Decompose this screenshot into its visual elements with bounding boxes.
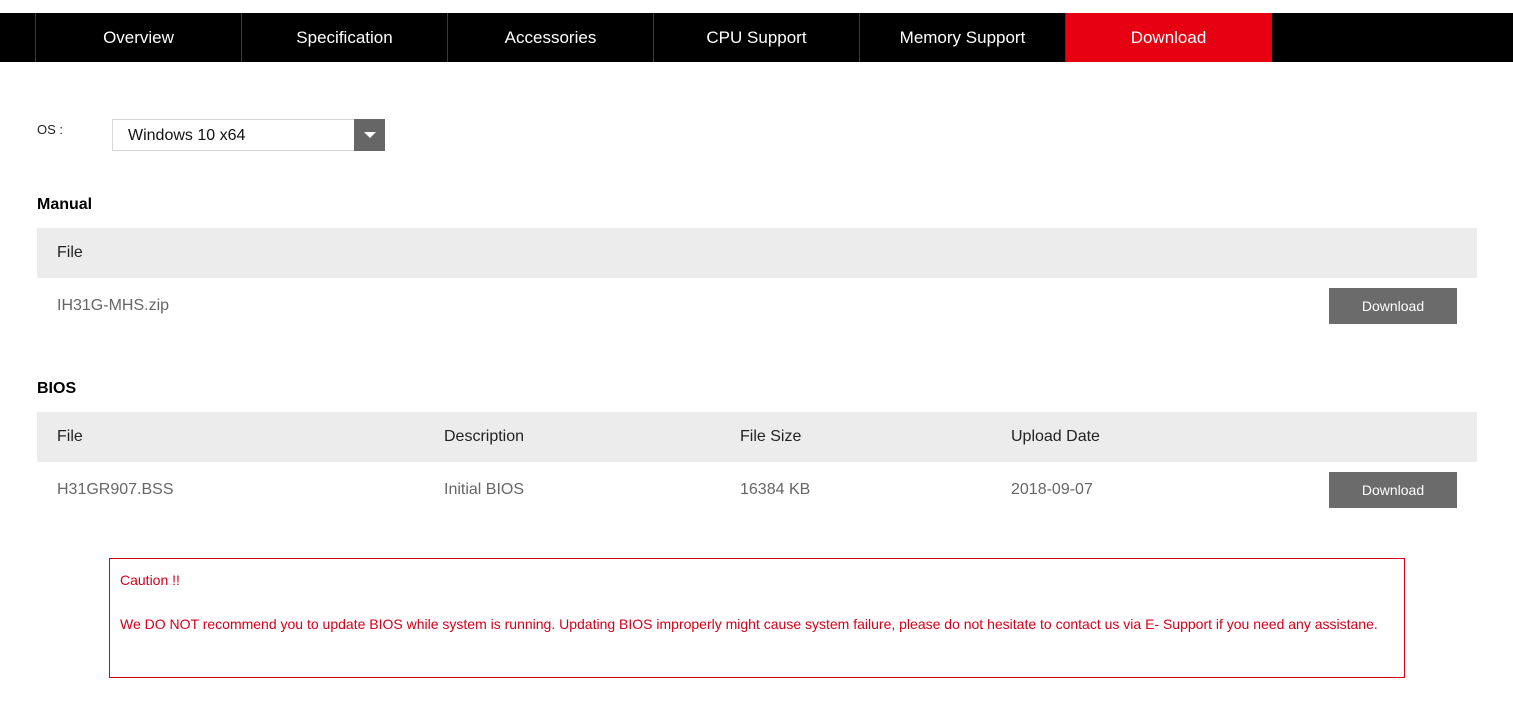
- bios-table-header: File Description File Size Upload Date: [37, 412, 1477, 462]
- tab-accessories[interactable]: Accessories: [448, 13, 654, 62]
- caution-title: Caution !!: [120, 572, 180, 588]
- nav-spacer: [0, 13, 36, 62]
- bios-file-size: 16384 KB: [740, 481, 811, 498]
- bios-download-button[interactable]: Download: [1329, 472, 1457, 508]
- tab-specification[interactable]: Specification: [242, 13, 448, 62]
- caution-message: We DO NOT recommend you to update BIOS w…: [120, 616, 1378, 632]
- bios-col-description: Description: [444, 428, 525, 445]
- product-nav: Overview Specification Accessories CPU S…: [0, 13, 1513, 62]
- tab-download[interactable]: Download: [1066, 13, 1272, 62]
- bios-upload-date: 2018-09-07: [1011, 481, 1093, 498]
- tab-cpu-support[interactable]: CPU Support: [654, 13, 860, 62]
- tab-memory-support[interactable]: Memory Support: [860, 13, 1066, 62]
- os-label: OS :: [37, 122, 64, 137]
- bios-col-file: File: [57, 428, 83, 445]
- caution-box: Caution !! We DO NOT recommend you to up…: [109, 558, 1405, 678]
- os-selected-value: Windows 10 x64: [128, 127, 246, 144]
- dropdown-arrow-icon[interactable]: [354, 119, 385, 151]
- bios-file-name: H31GR907.BSS: [57, 481, 174, 498]
- manual-download-button[interactable]: Download: [1329, 288, 1457, 324]
- manual-col-file: File: [57, 244, 83, 261]
- os-select[interactable]: Windows 10 x64: [112, 119, 385, 151]
- manual-section-title: Manual: [37, 196, 93, 213]
- manual-table-header: File: [37, 228, 1477, 278]
- tab-overview[interactable]: Overview: [36, 13, 242, 62]
- top-strip: [0, 0, 1513, 13]
- bios-col-upload-date: Upload Date: [1011, 428, 1100, 445]
- bios-description: Initial BIOS: [444, 481, 525, 498]
- bios-section-title: BIOS: [37, 380, 77, 397]
- manual-file-name: IH31G-MHS.zip: [57, 297, 170, 314]
- bios-col-file-size: File Size: [740, 428, 802, 445]
